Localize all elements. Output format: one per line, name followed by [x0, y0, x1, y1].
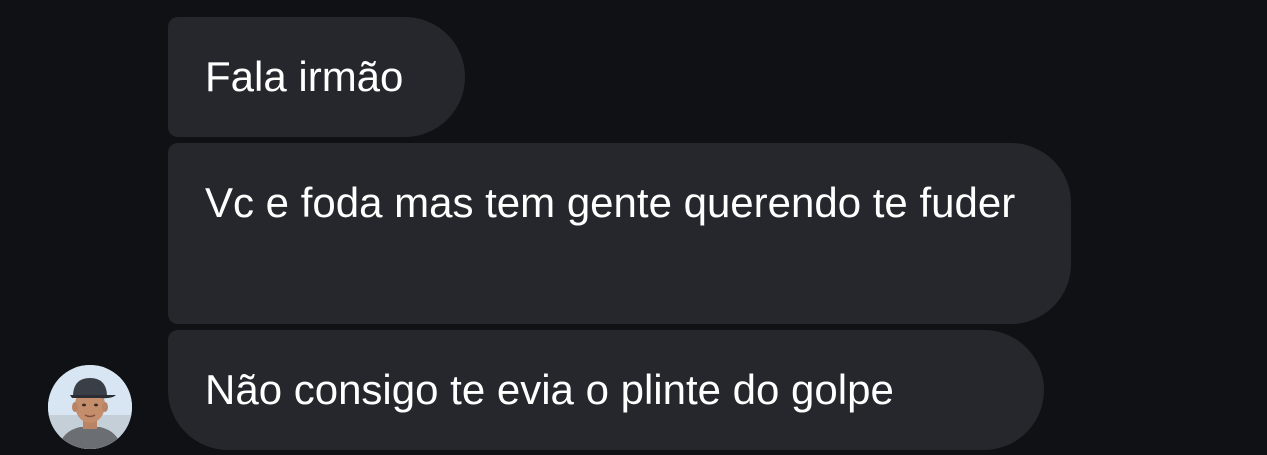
- message-bubble[interactable]: Vc e foda mas tem gente querendo te fude…: [168, 143, 1071, 324]
- message-bubble[interactable]: Não consigo te evia o plinte do golpe: [168, 330, 1044, 450]
- message-text: Não consigo te evia o plinte do golpe: [205, 366, 894, 413]
- message-text: Vc e foda mas tem gente querendo te fude…: [205, 179, 1016, 226]
- person-photo-icon: [48, 365, 132, 449]
- message-thread: Fala irmão Vc e foda mas tem gente quere…: [0, 0, 1267, 455]
- message-bubble[interactable]: Fala irmão: [168, 17, 465, 137]
- message-text: Fala irmão: [205, 53, 404, 100]
- sender-avatar[interactable]: [48, 365, 132, 449]
